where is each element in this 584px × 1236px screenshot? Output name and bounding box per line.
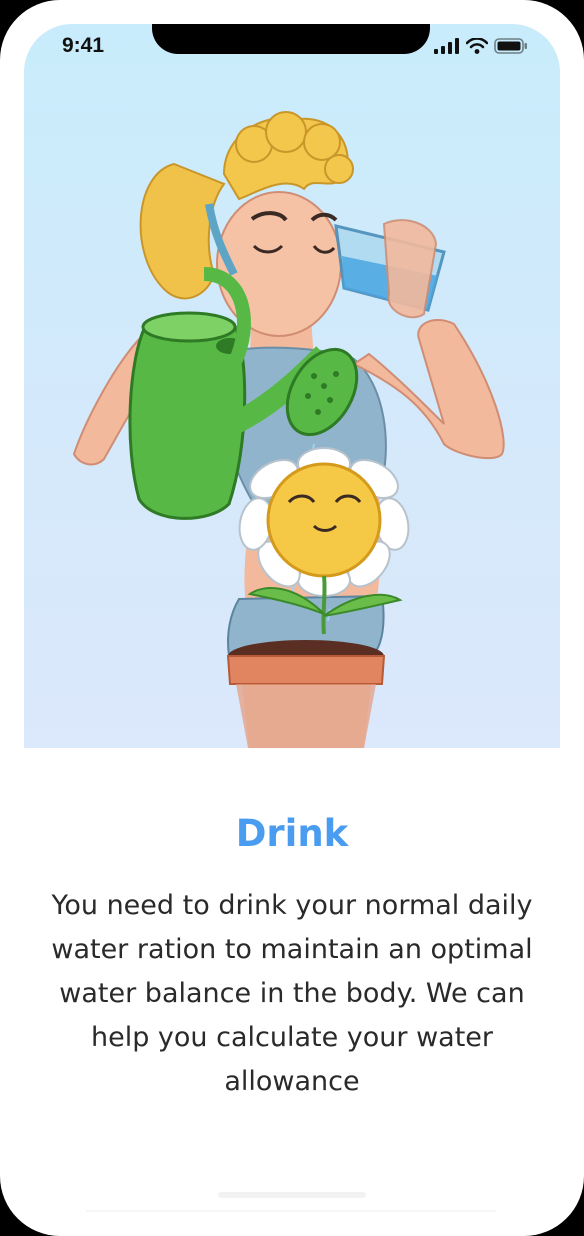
phone-frame: 9:41 Drink You need to drink your normal… (0, 0, 584, 1236)
device-notch (152, 24, 430, 54)
home-indicator (218, 1192, 366, 1198)
onboarding-screen: 9:41 Drink You need to drink your normal… (0, 0, 584, 1236)
status-bar-time: 9:41 (62, 34, 105, 57)
bottom-divider (86, 1210, 496, 1212)
onboarding-title: Drink (235, 812, 349, 855)
cellular-signal-icon (434, 38, 459, 54)
woman-drinking-water-illustration (72, 111, 505, 748)
battery-icon (494, 38, 527, 54)
wifi-icon (466, 38, 488, 54)
status-bar-icons (434, 38, 528, 54)
onboarding-description: You need to drink your normal daily wate… (51, 890, 533, 1097)
